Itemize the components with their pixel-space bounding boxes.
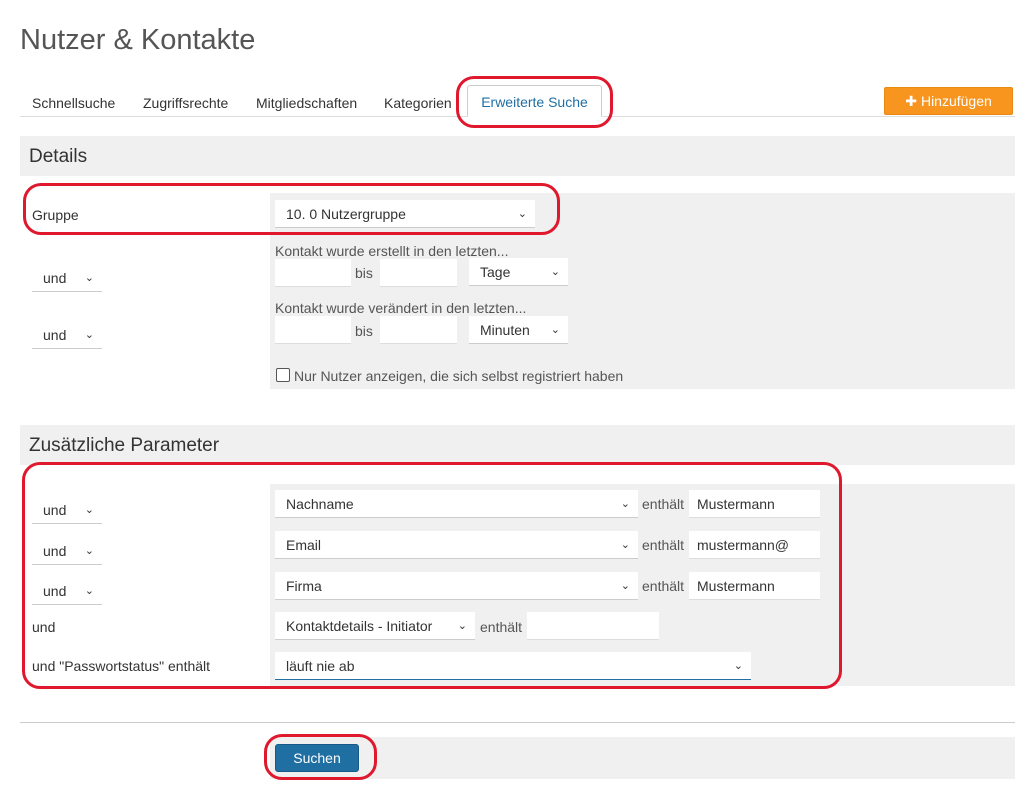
add-button-label: Hinzufügen — [920, 93, 992, 109]
created-to-input[interactable] — [380, 259, 457, 287]
changed-label: Kontakt wurde verändert in den letzten..… — [275, 300, 527, 316]
param4-field-value: Kontaktdetails - Initiator — [286, 618, 433, 634]
param2-op-label: enthält — [642, 537, 685, 553]
param1-conj-select[interactable]: und ⌄ — [32, 496, 102, 524]
chevron-down-icon: ⌄ — [457, 620, 467, 632]
changed-bis-label: bis — [355, 323, 373, 339]
param1-field-select[interactable]: Nachname ⌄ — [275, 490, 638, 518]
created-conj-value: und — [43, 270, 67, 286]
chevron-down-icon: ⌄ — [517, 208, 527, 220]
details-header: Details — [20, 136, 1015, 176]
param3-op-label: enthält — [642, 578, 685, 594]
group-label: Gruppe — [32, 207, 79, 223]
tab-kategorien[interactable]: Kategorien — [384, 94, 452, 112]
chevron-down-icon: ⌄ — [550, 324, 560, 336]
changed-conj-value: und — [43, 327, 67, 343]
password-status-value: läuft nie ab — [286, 658, 355, 674]
param1-field-value: Nachname — [286, 496, 354, 512]
chevron-down-icon: ⌄ — [620, 539, 630, 551]
page-title: Nutzer & Kontakte — [20, 24, 256, 56]
chevron-down-icon: ⌄ — [620, 498, 630, 510]
chevron-down-icon: ⌄ — [733, 660, 743, 672]
details-title: Details — [29, 146, 88, 167]
tab-zugriffsrechte[interactable]: Zugriffsrechte — [143, 94, 228, 112]
group-select-value: 10. 0 Nutzergruppe — [286, 206, 406, 222]
param4-field-select[interactable]: Kontaktdetails - Initiator ⌄ — [275, 612, 475, 640]
tab-mitgliedschaften[interactable]: Mitgliedschaften — [256, 94, 357, 112]
created-conj-select[interactable]: und ⌄ — [32, 264, 102, 292]
param3-field-value: Firma — [286, 578, 322, 594]
changed-unit-select[interactable]: Minuten ⌄ — [469, 316, 568, 344]
param3-value-input[interactable]: Mustermann — [689, 572, 820, 600]
add-button[interactable]: ✚ Hinzufügen — [884, 87, 1013, 115]
search-panel — [270, 737, 1015, 779]
chevron-down-icon: ⌄ — [84, 504, 94, 516]
created-unit-select[interactable]: Tage ⌄ — [469, 258, 568, 286]
param2-conj-select[interactable]: und ⌄ — [32, 537, 102, 565]
tab-erweiterte-suche[interactable]: Erweiterte Suche — [467, 85, 602, 117]
param1-value-input[interactable]: Mustermann — [689, 490, 820, 518]
param3-conj-select[interactable]: und ⌄ — [32, 577, 102, 605]
tab-schnellsuche[interactable]: Schnellsuche — [32, 94, 115, 112]
self-registered-checkbox[interactable] — [276, 368, 290, 382]
password-status-label: und "Passwortstatus" enthält — [32, 658, 211, 674]
search-button[interactable]: Suchen — [275, 744, 359, 772]
group-select[interactable]: 10. 0 Nutzergruppe ⌄ — [275, 200, 535, 228]
changed-conj-select[interactable]: und ⌄ — [32, 321, 102, 349]
param4-value-input[interactable] — [527, 612, 659, 640]
changed-from-input[interactable] — [275, 316, 351, 344]
chevron-down-icon: ⌄ — [620, 580, 630, 592]
param4-conj-label: und — [32, 619, 56, 635]
self-registered-label: Nur Nutzer anzeigen, die sich selbst reg… — [294, 368, 624, 384]
changed-to-input[interactable] — [380, 316, 457, 344]
changed-unit-value: Minuten — [480, 322, 530, 338]
chevron-down-icon: ⌄ — [84, 272, 94, 284]
param4-op-label: enthält — [480, 619, 523, 635]
created-unit-value: Tage — [480, 264, 511, 280]
param2-conj-value: und — [43, 543, 67, 559]
bottom-divider — [20, 722, 1015, 723]
param2-field-value: Email — [286, 537, 322, 553]
params-title: Zusätzliche Parameter — [29, 435, 220, 456]
chevron-down-icon: ⌄ — [84, 545, 94, 557]
params-header: Zusätzliche Parameter — [20, 425, 1015, 465]
created-from-input[interactable] — [275, 259, 351, 287]
param1-op-label: enthält — [642, 496, 685, 512]
param3-conj-value: und — [43, 583, 67, 599]
param2-field-select[interactable]: Email ⌄ — [275, 531, 638, 559]
chevron-down-icon: ⌄ — [84, 585, 94, 597]
chevron-down-icon: ⌄ — [84, 329, 94, 341]
param1-conj-value: und — [43, 502, 67, 518]
chevron-down-icon: ⌄ — [550, 266, 560, 278]
param3-field-select[interactable]: Firma ⌄ — [275, 572, 638, 600]
plus-icon: ✚ — [905, 93, 917, 109]
param2-value-input[interactable]: mustermann@ — [689, 531, 820, 559]
created-bis-label: bis — [355, 265, 373, 281]
password-status-select[interactable]: läuft nie ab ⌄ — [275, 652, 751, 680]
